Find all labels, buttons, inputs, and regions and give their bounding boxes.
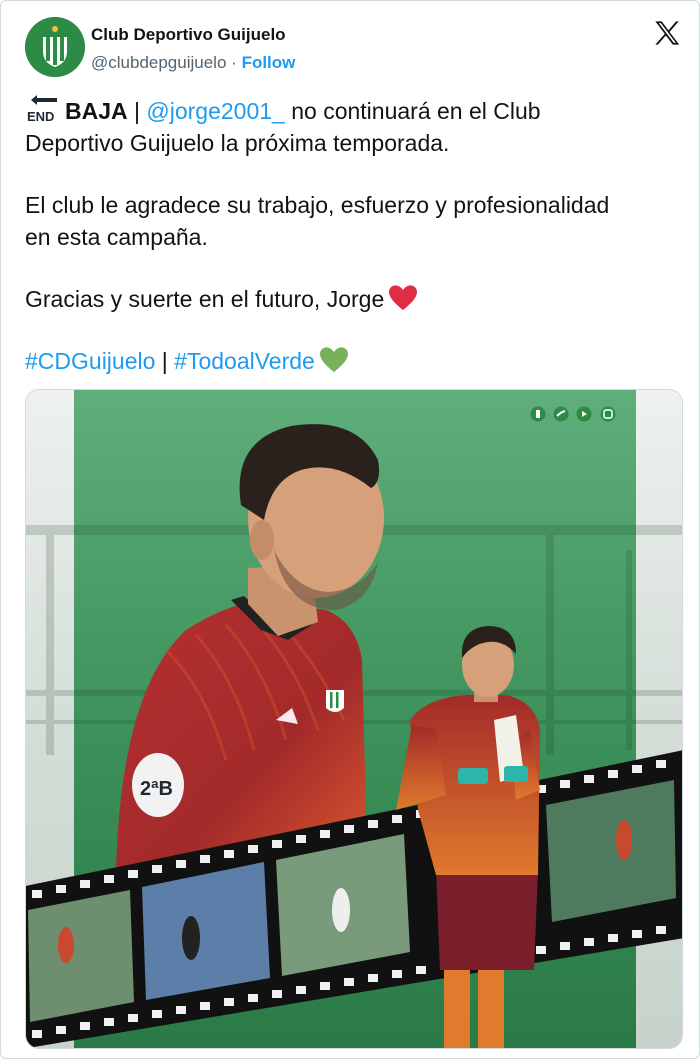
hashtag-separator: | — [155, 348, 175, 374]
hashtag-todoalverde[interactable]: #TodoalVerde — [174, 348, 315, 374]
end-arrow-icon: END — [27, 95, 57, 123]
tweet-line-1: END BAJA | @jorge2001_ no continuará en … — [25, 93, 685, 127]
tweet-para3-text: Gracias y suerte en el futuro, Jorge — [25, 286, 385, 312]
end-icon-label: END — [27, 109, 54, 123]
twitter-icon — [553, 406, 569, 422]
instagram-icon — [600, 406, 616, 422]
mention-link[interactable]: @jorge2001_ — [146, 98, 284, 124]
player-graphic: 2ªB — [26, 390, 682, 1048]
follow-button[interactable]: Follow — [242, 53, 296, 72]
film-frame-1 — [28, 890, 134, 1022]
handle-separator: · — [231, 53, 237, 72]
tweet-hashtags: #CDGuijuelo | #TodoalVerde — [25, 345, 685, 377]
account-handle-row: @clubdepguijuelo · Follow — [91, 53, 295, 73]
tweet-pipe: | — [127, 98, 147, 124]
film-frame-5 — [546, 780, 676, 922]
tweet-para3: Gracias y suerte en el futuro, Jorge — [25, 283, 685, 315]
tweet-para2-line2: en esta campaña. — [25, 224, 208, 250]
club-avatar[interactable] — [25, 17, 85, 77]
tweet-para2-line1: El club le agradece su trabajo, esfuerzo… — [25, 192, 610, 218]
green-heart-icon — [319, 347, 348, 373]
tweet-media-image[interactable]: 2ªB — [25, 389, 683, 1049]
red-heart-icon — [389, 285, 418, 311]
hashtag-cdguijuelo[interactable]: #CDGuijuelo — [25, 348, 155, 374]
tweet-line1-rest: no continuará en el Club — [284, 98, 541, 124]
tweet-card: Club Deportivo Guijuelo @clubdepguijuelo… — [0, 0, 700, 1059]
tweet-text: END BAJA | @jorge2001_ no continuará en … — [25, 93, 685, 377]
tweet-line-2: Deportivo Guijuelo la próxima temporada. — [25, 130, 450, 156]
club-crest-icon — [25, 17, 85, 77]
x-logo-icon[interactable] — [653, 19, 681, 47]
account-handle[interactable]: @clubdepguijuelo — [91, 53, 226, 72]
account-name[interactable]: Club Deportivo Guijuelo — [91, 25, 286, 45]
league-badge-label: 2ªB — [140, 778, 173, 800]
tweet-baja: BAJA — [65, 98, 128, 124]
